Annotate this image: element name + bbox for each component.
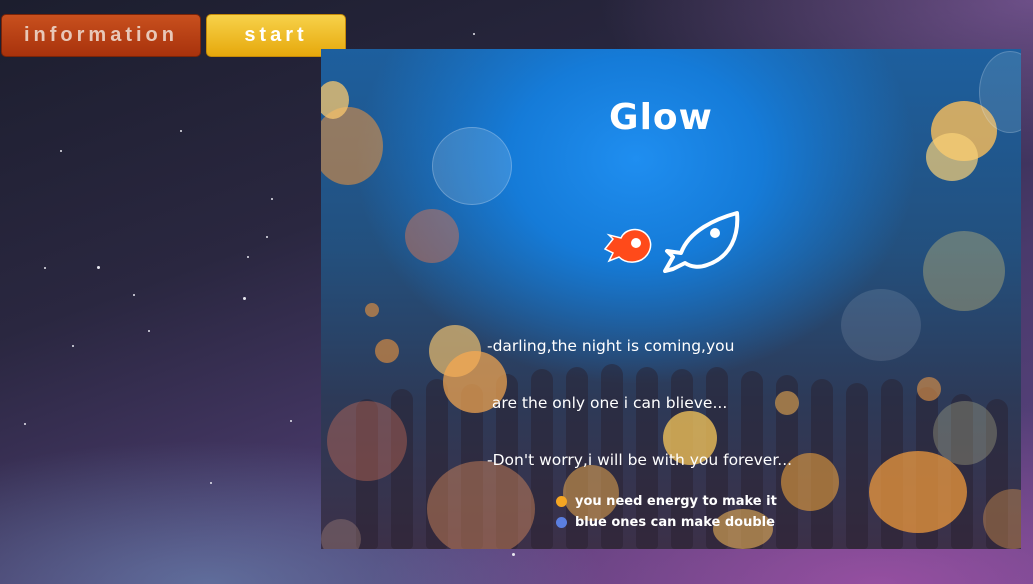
energy-hint-text: you need energy to make it [575, 494, 777, 509]
white-fish-icon [663, 211, 740, 273]
double-dot-icon [556, 517, 567, 528]
double-hint-text: blue ones can make double [575, 515, 775, 530]
energy-hint: you need energy to make it [556, 494, 777, 509]
story-line-2: are the only one i can blieve... [487, 394, 728, 412]
story-text: -darling,the night is coming,you are the… [487, 299, 907, 508]
game-title: Glow [609, 97, 713, 138]
orange-fish-icon [603, 228, 652, 263]
game-panel: Glow -darling,the night is coming,you ar… [321, 49, 1021, 549]
story-line-3: -Don't worry,i will be with you forever.… [487, 451, 793, 469]
fish-pair [603, 211, 740, 273]
energy-dot-icon [556, 496, 567, 507]
double-hint: blue ones can make double [556, 515, 775, 530]
information-button[interactable]: information [1, 14, 201, 57]
story-line-1: -darling,the night is coming,you [487, 337, 735, 355]
